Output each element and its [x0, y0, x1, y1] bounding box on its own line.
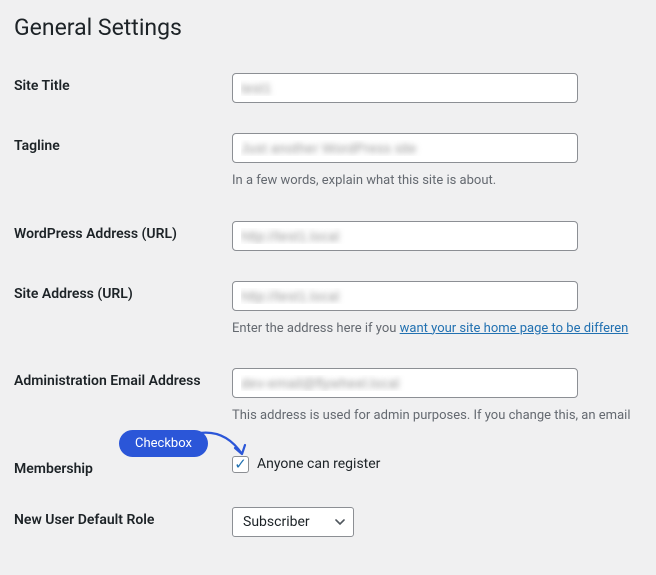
- annotation-bubble: Checkbox: [119, 430, 208, 457]
- site-address-help-link[interactable]: want your site home page to be differen: [400, 321, 629, 336]
- wp-address-input[interactable]: [232, 221, 578, 251]
- field-label-default-role: New User Default Role: [14, 495, 232, 555]
- site-title-input[interactable]: [232, 73, 578, 103]
- admin-email-help: This address is used for admin purposes.…: [232, 406, 648, 426]
- field-label-wp-address: WordPress Address (URL): [14, 209, 232, 269]
- site-address-help: Enter the address here if you want your …: [232, 319, 648, 339]
- membership-checkbox[interactable]: ✓: [232, 456, 249, 473]
- site-address-input[interactable]: [232, 281, 578, 311]
- field-label-site-title: Site Title: [14, 61, 232, 121]
- admin-email-input[interactable]: [232, 368, 578, 398]
- field-label-tagline: Tagline: [14, 121, 232, 209]
- default-role-select[interactable]: Subscriber: [232, 507, 354, 537]
- page-title: General Settings: [14, 14, 648, 41]
- tagline-help: In a few words, explain what this site i…: [232, 171, 648, 191]
- chevron-down-icon: [335, 514, 345, 530]
- default-role-selected: Subscriber: [243, 514, 310, 530]
- check-icon: ✓: [234, 457, 247, 472]
- tagline-input[interactable]: [232, 133, 578, 163]
- field-label-site-address: Site Address (URL): [14, 269, 232, 357]
- membership-checkbox-label: Anyone can register: [257, 456, 380, 472]
